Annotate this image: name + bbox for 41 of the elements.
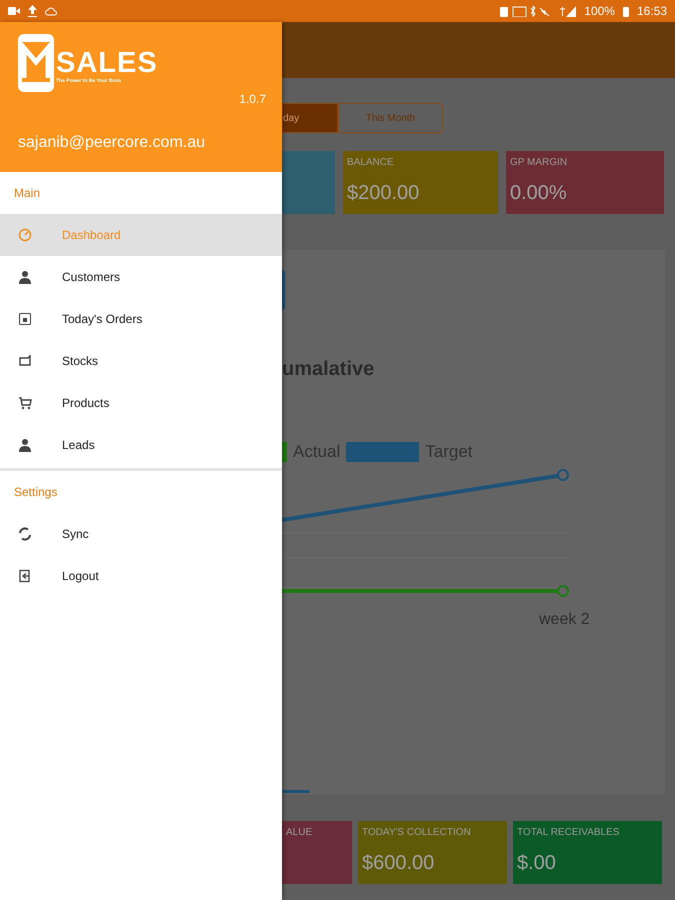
menu-item[interactable]: Today's Orders [0, 298, 282, 340]
sync-icon [18, 527, 32, 541]
menu-item[interactable]: Leads [0, 424, 282, 466]
card-value: $200.00 [347, 182, 420, 205]
upload-icon [28, 5, 37, 17]
section-title: Main [13, 185, 42, 202]
card-value: $600.00 [362, 852, 436, 875]
card-label: ALUE [286, 827, 314, 838]
user-email: sajanib@peercore.com.au [18, 134, 206, 152]
card-label: BALANCE [347, 157, 395, 168]
chart-title: umalative [282, 358, 376, 381]
person-icon [18, 270, 32, 284]
logo-name: SALES [56, 49, 158, 78]
card-value: $.00 [517, 852, 557, 875]
card-label: TODAY'S COLLECTION [362, 827, 472, 838]
phone-logo-icon [18, 34, 54, 92]
gauge-icon [18, 228, 32, 242]
menu-item[interactable]: Products [0, 382, 282, 424]
scroll-indicator [282, 790, 310, 793]
card-value: 0.00% [510, 182, 568, 205]
section-title: Settings [13, 484, 58, 501]
person-icon [18, 438, 32, 452]
menu-item[interactable]: Logout [0, 555, 282, 597]
cloud-icon [45, 6, 57, 16]
menu-item[interactable]: Sync [0, 513, 282, 555]
calendar-icon [18, 312, 32, 326]
card-label: GP MARGIN [510, 157, 568, 168]
toggle-button[interactable] [282, 270, 285, 310]
battery-icon [622, 6, 629, 16]
clock-time: 16:53 [636, 4, 667, 18]
cart-icon [18, 396, 32, 410]
menu-item[interactable]: Customers [0, 256, 282, 298]
app-version: 1.0.7 [239, 92, 266, 106]
card-label: TOTAL RECEIVABLES [517, 827, 620, 838]
battery-percent: 100% [584, 4, 615, 18]
signal-icon [560, 6, 576, 16]
period-tab[interactable]: day [282, 103, 338, 133]
box-icon [18, 354, 32, 368]
video-icon [8, 6, 20, 16]
logout-icon [18, 569, 32, 583]
menu-item[interactable]: Stocks [0, 340, 282, 382]
